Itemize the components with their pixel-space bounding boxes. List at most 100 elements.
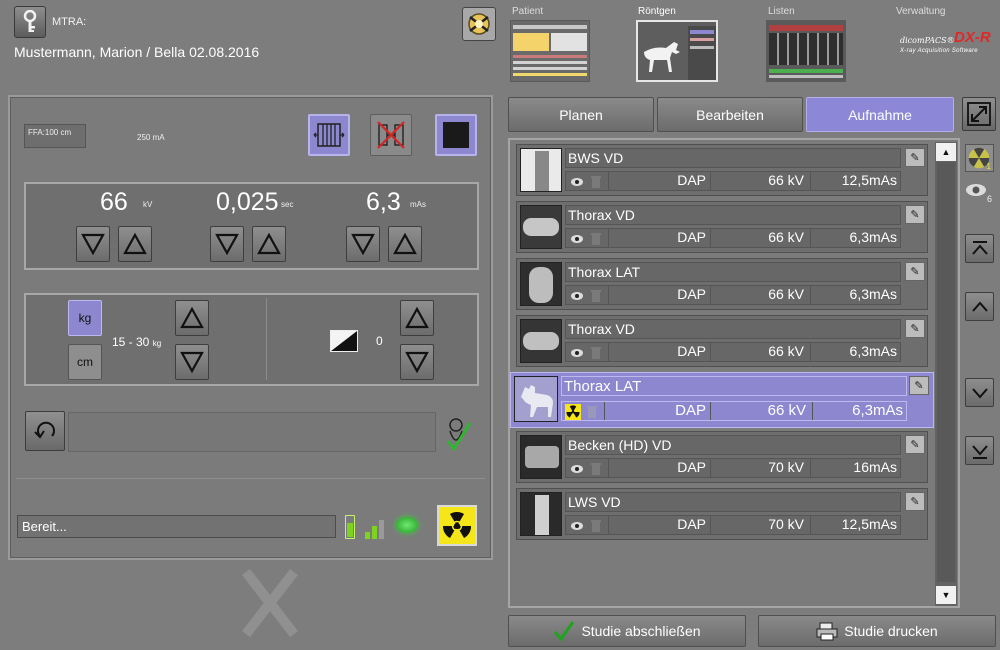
chevron-top-icon [971,240,988,255]
watermark-x [240,565,300,650]
edit-icon[interactable]: ✎ [905,319,925,338]
exam-params: DAP 70 kV 12,5mAs [565,515,901,535]
trash-icon[interactable] [588,518,604,534]
exam-item[interactable]: LWS VD ✎ DAP 70 kV 12,5mAs [516,488,928,540]
sec-decrease-button[interactable] [210,226,244,262]
nav-tab-patient[interactable] [510,20,590,82]
trash-icon[interactable] [584,404,600,420]
scroll-bottom-button[interactable] [965,436,994,465]
radiation-button[interactable] [437,505,477,546]
eye-icon[interactable] [569,461,585,477]
horse-icon [644,42,680,72]
exam-item[interactable]: Becken (HD) VD ✎ DAP 70 kV 16mAs [516,431,928,483]
dap-value: DAP [608,172,708,190]
print-study-button[interactable]: Studie drucken [758,615,996,647]
exam-item-selected[interactable]: Thorax LAT ✎ DAP 66 kV 6,3mAs [510,372,934,428]
dap-value: DAP [608,516,708,534]
scroll-up-button[interactable] [965,292,994,321]
edit-icon[interactable]: ✎ [905,492,925,511]
kv-decrease-button[interactable] [76,226,110,262]
exam-item[interactable]: Thorax VD ✎ DAP 66 kV 6,3mAs [516,201,928,253]
trash-icon[interactable] [588,288,604,304]
undo-icon [34,421,55,439]
kv-value: 66 kV [710,172,808,190]
viewed-counter: 6 [965,182,992,204]
user-key-button[interactable] [14,6,46,38]
undo-button[interactable] [25,411,65,451]
edit-icon[interactable]: ✎ [905,435,925,454]
dap-value: DAP [604,402,708,420]
eye-icon[interactable] [569,174,585,190]
exam-item[interactable]: Thorax LAT ✎ DAP 66 kV 6,3mAs [516,258,928,310]
tab-planen[interactable]: Planen [508,97,654,132]
kg-mode-button[interactable]: kg [68,300,102,336]
weight-increase-button[interactable] [175,300,209,336]
exam-params: DAP 66 kV 6,3mAs [561,401,907,421]
sec-increase-button[interactable] [252,226,286,262]
trash-icon[interactable] [588,461,604,477]
expand-button[interactable] [962,97,996,131]
collimator-off-icon [377,121,405,149]
edit-icon[interactable]: ✎ [909,376,929,395]
collimator-off-button[interactable] [370,114,412,156]
mas-value: 6,3mAs [810,343,900,361]
sec-unit: sec [281,200,294,209]
kv-value: 66 [100,188,128,216]
exam-params: DAP 70 kV 16mAs [565,458,901,478]
patient-info: Mustermann, Marion / Bella 02.08.2016 [14,44,260,60]
density-increase-button[interactable] [400,300,434,336]
viewed-count: 6 [987,194,993,204]
scroll-down-arrow[interactable]: ▼ [936,586,956,604]
nav-tab-roentgen[interactable] [636,20,718,82]
exam-item[interactable]: Thorax VD ✎ DAP 66 kV 6,3mAs [516,315,928,367]
ready-led-icon [396,517,418,533]
density-icon [330,330,358,352]
eye-icon[interactable] [569,345,585,361]
edit-icon[interactable]: ✎ [905,262,925,281]
approve-icon[interactable] [444,415,474,456]
dap-value: DAP [608,459,708,477]
nav-label-roentgen: Röntgen [638,6,676,17]
tab-aufnahme[interactable]: Aufnahme [806,97,954,132]
scroll-down-button[interactable] [965,378,994,407]
trash-icon[interactable] [588,345,604,361]
density-decrease-button[interactable] [400,344,434,380]
field-toggle-button[interactable] [435,114,477,156]
nav-label-listen: Listen [768,6,795,17]
xray-thumbnail [520,435,562,479]
dap-value: DAP [608,343,708,361]
eye-icon[interactable] [569,288,585,304]
mas-value: 6,3mAs [812,402,906,420]
mas-value: 6,3 [366,188,401,216]
kv-unit: kV [143,200,153,209]
exam-item[interactable]: BWS VD ✎ DAP 66 kV 12,5mAs [516,144,928,196]
weight-decrease-button[interactable] [175,344,209,380]
exam-params: DAP 66 kV 6,3mAs [565,342,901,362]
tab-bearbeiten[interactable]: Bearbeiten [657,97,803,132]
trash-icon[interactable] [588,231,604,247]
exam-name: Thorax VD [565,319,901,339]
scrollbar-thumb[interactable] [937,162,955,582]
eye-icon[interactable] [569,518,585,534]
status-field: Bereit... [17,515,336,538]
kv-value: 66 kV [710,286,808,304]
scroll-top-button[interactable] [965,234,994,263]
radiation-counter[interactable]: 1 [965,144,994,172]
trash-icon[interactable] [588,174,604,190]
nav-tab-listen[interactable] [766,20,846,82]
kv-value: 66 kV [710,402,810,420]
signal-icon [365,515,389,544]
kv-increase-button[interactable] [118,226,152,262]
grid-toggle-button[interactable] [308,114,350,156]
edit-icon[interactable]: ✎ [905,148,925,167]
scroll-up-arrow[interactable]: ▲ [936,143,956,161]
exam-name: Thorax VD [565,205,901,225]
close-study-button[interactable]: Studie abschließen [508,615,746,647]
app-logo-button[interactable] [462,7,496,41]
mas-decrease-button[interactable] [346,226,380,262]
edit-icon[interactable]: ✎ [905,205,925,224]
square-icon [443,122,469,148]
eye-icon[interactable] [569,231,585,247]
mas-increase-button[interactable] [388,226,422,262]
cm-mode-button[interactable]: cm [68,344,102,380]
